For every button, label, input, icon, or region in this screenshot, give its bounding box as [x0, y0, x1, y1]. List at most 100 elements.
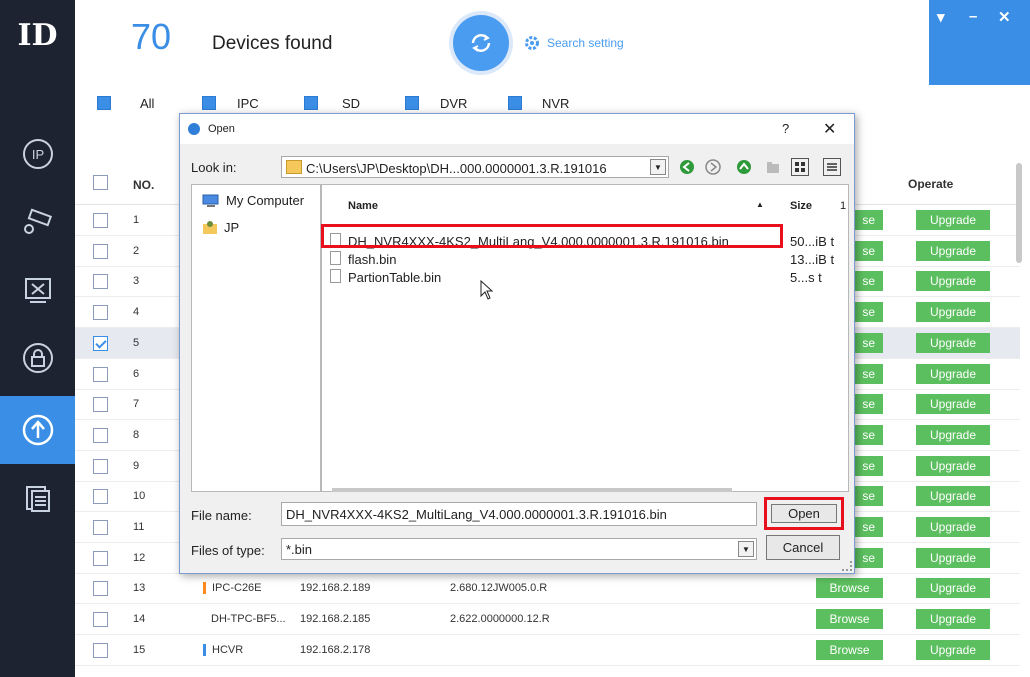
row-checkbox[interactable]	[93, 427, 108, 443]
row-checkbox[interactable]	[93, 612, 108, 628]
look-in-label: Look in:	[191, 160, 237, 175]
upgrade-button[interactable]: Upgrade	[916, 455, 990, 476]
upgrade-button[interactable]: Upgrade	[916, 240, 990, 261]
row-number: 15	[133, 643, 146, 656]
row-number: 2	[133, 244, 140, 257]
header-no: NO.	[133, 178, 155, 192]
select-all-checkbox[interactable]	[93, 175, 108, 190]
resize-grip[interactable]	[842, 561, 852, 571]
nav-documents[interactable]	[0, 464, 75, 532]
upgrade-button[interactable]: Upgrade	[916, 394, 990, 415]
upgrade-button[interactable]: Upgrade	[916, 486, 990, 507]
row-checkbox[interactable]	[93, 458, 108, 474]
table-row[interactable]: 13 IPC-C26E 192.168.2.189 2.680.12JW005.0.R…	[75, 573, 1020, 605]
devices-found-label: Devices found	[212, 33, 333, 54]
detail-view-icon	[827, 163, 837, 171]
look-in-combobox[interactable]: C:\Users\JP\Desktop\DH...000.0000001.3.R…	[281, 156, 669, 178]
parent-folder-button[interactable]	[735, 158, 753, 176]
svg-text:IP: IP	[31, 147, 43, 162]
row-checkbox[interactable]	[93, 335, 108, 351]
row-checkbox[interactable]	[93, 642, 108, 658]
file-name-input[interactable]: DH_NVR4XXX-4KS2_MultiLang_V4.000.0000001…	[281, 502, 757, 526]
row-checkbox[interactable]	[93, 243, 108, 259]
dialog-app-icon	[188, 123, 200, 135]
file-row[interactable]: PartionTable.bin 5...s t	[328, 267, 844, 285]
new-folder-button[interactable]	[764, 158, 782, 176]
dialog-title-bar: Open ? ✕	[180, 114, 854, 144]
refresh-button[interactable]	[453, 15, 509, 71]
open-file-dialog: Open ? ✕ Look in: C:\Users\JP\Desktop\DH…	[179, 113, 855, 574]
tools-icon	[24, 278, 51, 303]
minimize-button[interactable]: –	[969, 8, 977, 25]
row-number: 5	[133, 336, 140, 349]
table-scrollbar[interactable]	[1016, 163, 1022, 263]
nav-upgrade[interactable]	[0, 396, 75, 464]
column-name[interactable]: Name	[348, 200, 378, 212]
table-row[interactable]: 14 DH-TPC-BF5... 192.168.2.185 2.622.000000…	[75, 604, 1020, 636]
menu-dropdown-icon[interactable]: ▾	[937, 8, 945, 26]
filter-ipc-checkbox[interactable]	[202, 96, 216, 110]
upgrade-button[interactable]: Upgrade	[916, 363, 990, 384]
row-number: 13	[133, 582, 146, 595]
detail-view-button[interactable]	[823, 158, 841, 176]
filter-dvr-checkbox[interactable]	[405, 96, 419, 110]
close-button[interactable]: ✕	[998, 8, 1011, 26]
upgrade-button[interactable]: Upgrade	[916, 210, 990, 230]
selected-file-highlight	[321, 224, 783, 248]
upgrade-button[interactable]: Upgrade	[916, 302, 990, 323]
file-row[interactable]: flash.bin 13...iB t	[328, 249, 844, 267]
filter-nvr-checkbox[interactable]	[508, 96, 522, 110]
forward-button[interactable]	[704, 158, 722, 176]
browse-button[interactable]: Browse	[816, 609, 883, 630]
dialog-title: Open	[208, 123, 235, 135]
upgrade-button[interactable]: Upgrade	[916, 547, 990, 568]
list-view-button[interactable]	[791, 158, 809, 176]
back-button[interactable]	[678, 158, 696, 176]
column-type-partial[interactable]: 1	[840, 200, 846, 212]
upgrade-button[interactable]: Upgrade	[916, 578, 990, 599]
row-checkbox[interactable]	[93, 366, 108, 382]
file-type-select[interactable]: *.bin ▼	[281, 538, 757, 560]
row-number: 10	[133, 490, 146, 503]
nav-camera-settings[interactable]	[0, 188, 75, 256]
row-checkbox[interactable]	[93, 305, 108, 321]
place-jp[interactable]: JP	[202, 219, 239, 235]
row-checkbox[interactable]	[93, 489, 108, 505]
upgrade-button[interactable]: Upgrade	[916, 424, 990, 445]
open-button[interactable]: Open	[771, 504, 837, 523]
row-device-type: DH-TPC-BF5...	[211, 613, 286, 626]
nav-tools[interactable]	[0, 256, 75, 324]
row-checkbox[interactable]	[93, 397, 108, 413]
browse-button[interactable]: Browse	[816, 639, 883, 660]
filter-all-checkbox[interactable]	[97, 96, 111, 110]
row-checkbox[interactable]	[93, 274, 108, 290]
browse-button[interactable]: Browse	[816, 578, 883, 599]
row-checkbox[interactable]	[93, 213, 108, 228]
upgrade-button[interactable]: Upgrade	[916, 271, 990, 292]
cancel-button[interactable]: Cancel	[766, 535, 840, 560]
row-checkbox[interactable]	[93, 550, 108, 566]
nav-security[interactable]	[0, 324, 75, 392]
upgrade-button[interactable]: Upgrade	[916, 609, 990, 630]
help-button[interactable]: ?	[782, 121, 789, 136]
file-list-hscrollbar[interactable]	[332, 488, 732, 492]
nav-ip[interactable]: IP	[0, 120, 75, 188]
upgrade-button[interactable]: Upgrade	[916, 517, 990, 537]
search-setting-link[interactable]: Search setting	[523, 34, 624, 52]
file-size: 5...s t	[790, 270, 822, 285]
chevron-down-icon[interactable]: ▼	[738, 541, 754, 557]
dialog-close-button[interactable]: ✕	[823, 119, 836, 139]
row-checkbox[interactable]	[93, 581, 108, 597]
column-size[interactable]: Size	[790, 200, 812, 212]
row-ip-address: 192.168.2.189	[300, 582, 371, 595]
place-my-computer[interactable]: My Computer	[202, 193, 304, 208]
file-list-header: Name ▲ Size 1	[322, 185, 848, 225]
chevron-down-icon[interactable]: ▼	[650, 159, 666, 175]
upgrade-button[interactable]: Upgrade	[916, 639, 990, 660]
folder-icon	[286, 160, 302, 174]
row-ip-address: 192.168.2.185	[300, 613, 371, 626]
upgrade-button[interactable]: Upgrade	[916, 332, 990, 353]
row-checkbox[interactable]	[93, 520, 108, 535]
table-row[interactable]: 15 HCVR 192.168.2.178 Browse Upgrade	[75, 635, 1020, 666]
filter-sd-checkbox[interactable]	[304, 96, 318, 110]
